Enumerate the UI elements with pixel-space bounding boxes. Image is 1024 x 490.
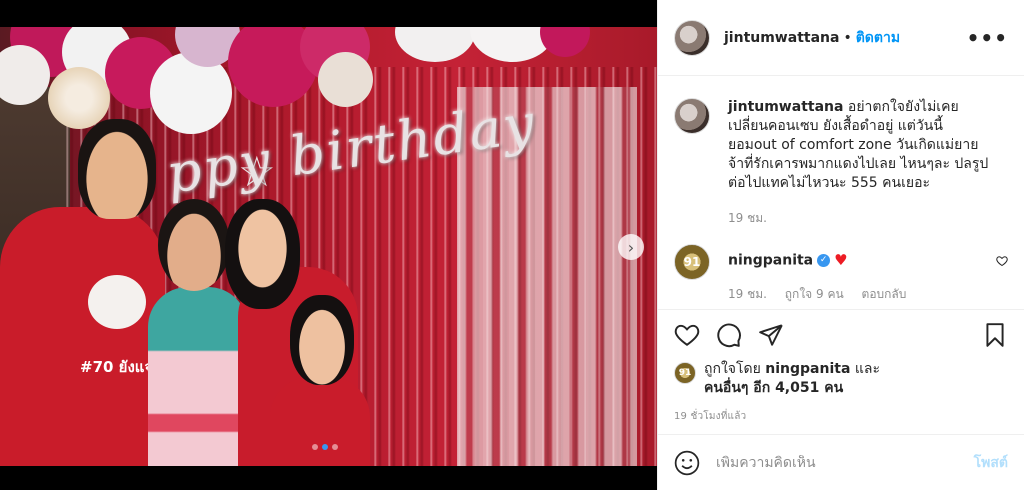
likes-conjunction: และ [854,361,880,377]
header-separator: • [843,29,852,46]
comment-likes[interactable]: ถูกใจ 9 คน [785,287,844,301]
comment-row: 91 ningpanita ✓ ♥ 19 ชม. ถูกใจ 9 คน ตอบกลั… [674,244,1008,304]
caption: jintumwattana อย่าตกใจยังไม่เคยเปลี่ยนคอ… [674,98,1008,228]
carousel-dot [332,444,338,450]
chevron-right-icon: › [627,237,635,257]
balloon [48,67,110,129]
comment-button[interactable] [716,322,742,348]
action-bar [658,310,1024,360]
person-grandma-head [158,199,230,291]
comment-time[interactable]: 19 ชม. [728,287,767,301]
reply-button[interactable]: ตอบกลับ [862,287,907,301]
caption-meta: 19 ชม. [728,209,990,228]
liker-username[interactable]: ningpanita [765,361,850,377]
person-girl-head [290,295,354,385]
caption-avatar[interactable] [674,98,710,134]
comment-meta: 19 ชม. ถูกใจ 9 คน ตอบกลับ [728,285,990,304]
balloon [318,52,373,107]
carousel-next-button[interactable]: › [618,234,644,260]
caption-body: jintumwattana อย่าตกใจยังไม่เคยเปลี่ยนคอ… [728,98,990,228]
carousel-dot [312,444,318,450]
likes-others-link[interactable]: คนอื่นๆ อีก 4,051 คน [704,380,843,396]
post-timestamp[interactable]: 19 ชั่วโมงที่แล้ว [658,405,1024,437]
follow-button[interactable]: ติดตาม [856,27,900,49]
balloon [540,27,590,57]
save-button[interactable] [982,322,1008,348]
share-button[interactable] [758,322,784,348]
author-avatar[interactable] [674,19,710,56]
emoji-icon [674,450,700,475]
caption-time[interactable]: 19 ชม. [728,211,767,225]
post-photo[interactable]: ☆ ppy birthday #70 ยังแจ๋ว [0,27,657,466]
likes-prefix: ถูกใจโดย [704,361,761,377]
bookmark-icon [986,323,1004,347]
comment-input[interactable] [716,454,974,471]
shirt-print [88,275,146,329]
share-icon [759,324,783,346]
person-woman-head [225,199,300,309]
carousel-dot [322,444,328,450]
person-grandma [148,287,248,466]
heart-icon [674,324,700,346]
heart-icon [996,256,1008,267]
likes-text: ถูกใจโดย ningpanita และ คนอื่นๆ อีก 4,05… [704,360,880,398]
comment-body: ningpanita ✓ ♥ 19 ชม. ถูกใจ 9 คน ตอบกลับ [728,251,990,304]
person-girl [270,377,370,466]
commenter-username[interactable]: ningpanita [728,253,813,269]
liker-avatar[interactable]: 91 [674,362,696,384]
caption-username[interactable]: jintumwattana [728,99,843,115]
add-comment-bar: โพสต์ [658,434,1024,490]
verified-icon: ✓ [817,254,831,267]
post-media[interactable]: ☆ ppy birthday #70 ยังแจ๋ว › [0,0,657,490]
author-username[interactable]: jintumwattana [724,30,839,46]
emoji-button[interactable] [674,450,700,476]
commenter-avatar[interactable]: 91 [674,244,710,280]
more-icon[interactable]: ••• [967,26,1008,50]
like-button[interactable] [674,322,700,348]
balloon [395,27,475,62]
red-heart-emoji: ♥ [834,251,848,269]
person-man [0,207,165,466]
post-header: jintumwattana • ติดตาม ••• [658,0,1024,76]
likes-summary: 91 ถูกใจโดย ningpanita และ คนอื่นๆ อีก 4… [658,360,1024,405]
comment-like-button[interactable] [996,252,1008,271]
post-comment-button[interactable]: โพสต์ [974,452,1008,474]
comment-icon [717,323,741,348]
comments-section[interactable]: jintumwattana อย่าตกใจยังไม่เคยเปลี่ยนคอ… [658,76,1024,310]
post-sidebar: jintumwattana • ติดตาม ••• jintumwattana… [657,0,1024,490]
carousel-indicator [312,444,338,450]
person-man-head [78,119,156,219]
